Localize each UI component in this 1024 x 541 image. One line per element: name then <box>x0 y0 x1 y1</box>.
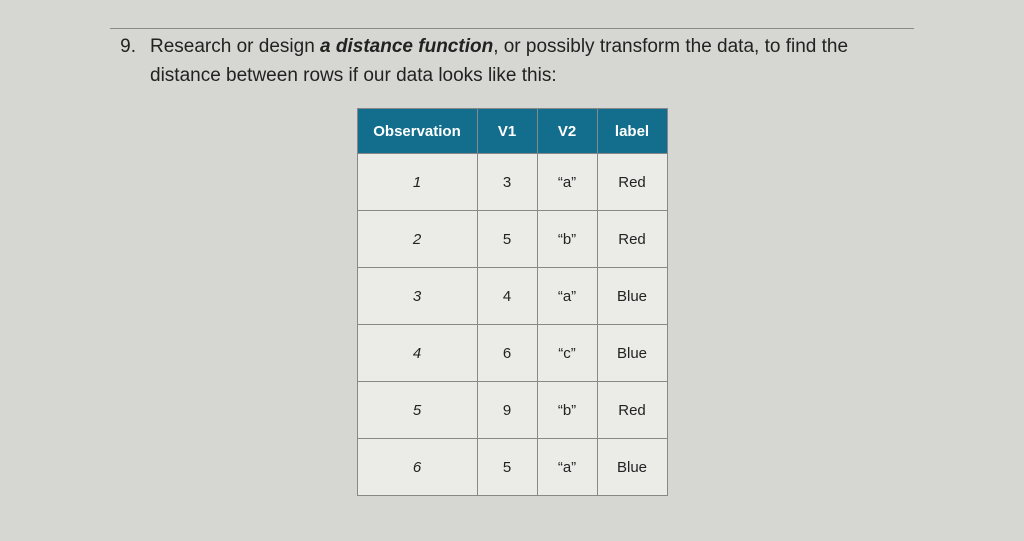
cell-observation: 6 <box>357 439 477 496</box>
question-number: 9. <box>110 33 136 90</box>
cell-v2: “c” <box>537 325 597 382</box>
cell-v2: “a” <box>537 439 597 496</box>
top-rule <box>110 28 914 29</box>
cell-label: Blue <box>597 439 667 496</box>
cell-observation: 5 <box>357 382 477 439</box>
table-row: 5 9 “b” Red <box>357 382 667 439</box>
cell-label: Red <box>597 382 667 439</box>
cell-v1: 3 <box>477 154 537 211</box>
question-text: Research or design a distance function, … <box>150 33 914 90</box>
cell-v1: 9 <box>477 382 537 439</box>
cell-v1: 5 <box>477 211 537 268</box>
table-row: 6 5 “a” Blue <box>357 439 667 496</box>
cell-v2: “b” <box>537 211 597 268</box>
header-observation: Observation <box>357 109 477 154</box>
cell-v1: 6 <box>477 325 537 382</box>
table-row: 3 4 “a” Blue <box>357 268 667 325</box>
header-label: label <box>597 109 667 154</box>
cell-v2: “a” <box>537 154 597 211</box>
table-row: 2 5 “b” Red <box>357 211 667 268</box>
cell-observation: 4 <box>357 325 477 382</box>
question-text-before: Research or design <box>150 36 320 57</box>
data-table: Observation V1 V2 label 1 3 “a” Red 2 5 … <box>357 108 668 496</box>
table-header-row: Observation V1 V2 label <box>357 109 667 154</box>
cell-label: Blue <box>597 268 667 325</box>
cell-label: Red <box>597 211 667 268</box>
cell-v1: 4 <box>477 268 537 325</box>
header-v1: V1 <box>477 109 537 154</box>
cell-observation: 1 <box>357 154 477 211</box>
cell-label: Blue <box>597 325 667 382</box>
cell-label: Red <box>597 154 667 211</box>
cell-v2: “b” <box>537 382 597 439</box>
cell-v2: “a” <box>537 268 597 325</box>
header-v2: V2 <box>537 109 597 154</box>
question-block: 9. Research or design a distance functio… <box>110 33 914 90</box>
cell-observation: 3 <box>357 268 477 325</box>
page: 9. Research or design a distance functio… <box>0 0 1024 516</box>
question-emphasis: a distance function <box>320 36 493 57</box>
cell-v1: 5 <box>477 439 537 496</box>
table-row: 1 3 “a” Red <box>357 154 667 211</box>
table-row: 4 6 “c” Blue <box>357 325 667 382</box>
cell-observation: 2 <box>357 211 477 268</box>
